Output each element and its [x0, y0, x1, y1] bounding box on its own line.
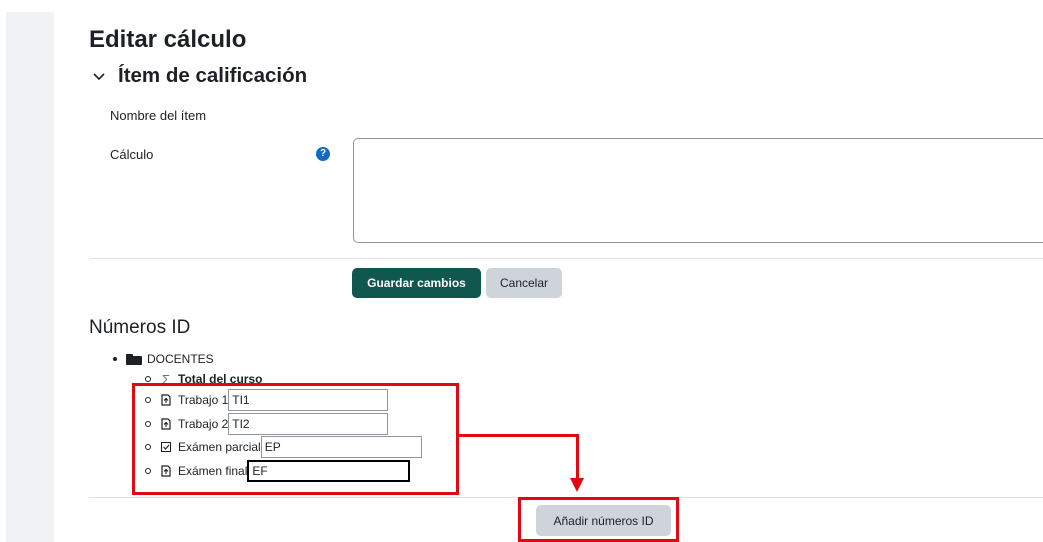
highlight-arrow-horizontal	[458, 434, 579, 437]
highlight-arrow-head	[570, 478, 584, 492]
left-drawer-strip	[6, 12, 54, 542]
calc-textarea[interactable]	[353, 138, 1043, 243]
item-name-label: Nombre del ítem	[110, 108, 207, 123]
folder-icon	[126, 353, 142, 365]
page-title: Editar cálculo	[89, 26, 247, 53]
calc-label: Cálculo	[110, 147, 154, 162]
save-changes-button[interactable]: Guardar cambios	[352, 268, 481, 298]
bullet-disc	[113, 357, 117, 361]
category-label: DOCENTES	[147, 352, 214, 366]
highlight-arrow-vertical	[576, 434, 579, 479]
chevron-down-icon[interactable]	[92, 69, 106, 83]
highlight-box-add-button	[518, 497, 679, 542]
id-numbers-heading: Números ID	[89, 317, 191, 338]
highlight-box-id-fields	[132, 383, 459, 495]
tree-root-category: DOCENTES	[113, 352, 214, 366]
section-title: Ítem de calificación	[118, 64, 308, 87]
question-circle-icon[interactable]: ?	[316, 147, 330, 161]
form-divider	[89, 258, 1043, 259]
bullet-circle	[145, 376, 151, 382]
cancel-button[interactable]: Cancelar	[486, 268, 562, 298]
section-header[interactable]: Ítem de calificación	[92, 64, 307, 88]
